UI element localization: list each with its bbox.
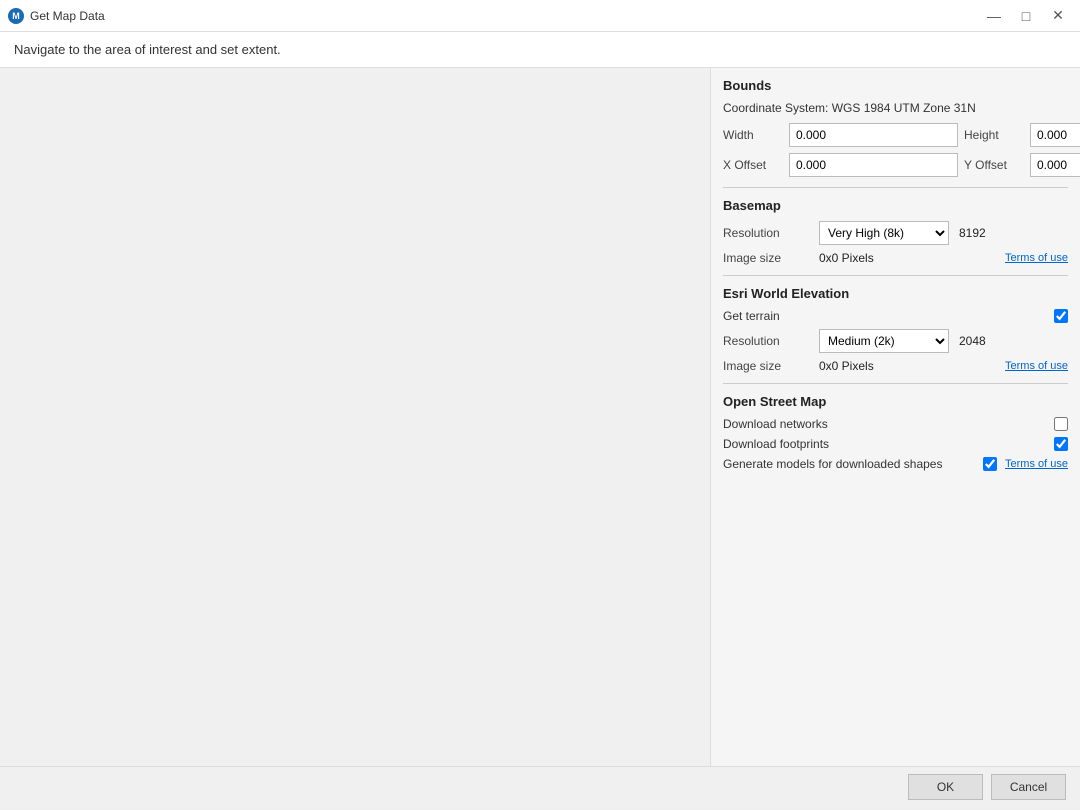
basemap-resolution-select[interactable]: Very High (8k) High (4k) Medium (2k) Low…: [819, 221, 949, 245]
download-footprints-checkbox[interactable]: [1054, 437, 1068, 451]
basemap-resolution-value: 8192: [959, 226, 986, 240]
minimize-button[interactable]: —: [980, 2, 1008, 30]
width-field: Width: [723, 123, 958, 147]
download-footprints-row: Download footprints: [723, 437, 1068, 451]
osm-section-title: Open Street Map: [723, 394, 1068, 409]
bounds-grid: Width Height X Offset: [723, 123, 1068, 177]
divider-3: [723, 383, 1068, 384]
esri-elevation-section-title: Esri World Elevation: [723, 286, 1068, 301]
basemap-imagesize-row: Image size 0x0 Pixels Terms of use: [723, 251, 1068, 265]
height-input[interactable]: [1030, 123, 1080, 147]
width-input[interactable]: [789, 123, 958, 147]
get-terrain-row: Get terrain: [723, 309, 1068, 323]
basemap-resolution-label: Resolution: [723, 226, 813, 240]
xoffset-input[interactable]: [789, 153, 958, 177]
elev-imagesize-value: 0x0 Pixels: [819, 359, 999, 373]
subtitle-bar: Navigate to the area of interest and set…: [0, 32, 1080, 68]
cancel-button[interactable]: Cancel: [991, 774, 1066, 800]
main-layout: 🔍 Imagery ▼: [0, 68, 1080, 766]
bounds-section-title: Bounds: [723, 78, 1068, 93]
window-controls: — □ ✕: [980, 2, 1072, 30]
yoffset-input[interactable]: [1030, 153, 1080, 177]
height-label: Height: [964, 128, 1024, 142]
xoffset-field: X Offset: [723, 153, 958, 177]
osm-terms-link[interactable]: Terms of use: [1005, 458, 1068, 470]
subtitle-text: Navigate to the area of interest and set…: [14, 42, 281, 57]
elev-resolution-label: Resolution: [723, 334, 813, 348]
elev-resolution-select[interactable]: Medium (2k) High (4k) Very High (8k): [819, 329, 949, 353]
map-wrapper: 🔍 Imagery ▼: [0, 68, 710, 766]
close-button[interactable]: ✕: [1044, 2, 1072, 30]
app-icon: M: [8, 8, 24, 24]
basemap-resolution-row: Resolution Very High (8k) High (4k) Medi…: [723, 221, 1068, 245]
ok-button[interactable]: OK: [908, 774, 983, 800]
coordinate-system: Coordinate System: WGS 1984 UTM Zone 31N: [723, 101, 1068, 115]
download-footprints-label: Download footprints: [723, 437, 1046, 451]
title-bar-left: M Get Map Data: [8, 8, 105, 24]
generate-models-row: Generate models for downloaded shapes Te…: [723, 457, 1068, 471]
download-networks-checkbox[interactable]: [1054, 417, 1068, 431]
elev-imagesize-row: Image size 0x0 Pixels Terms of use: [723, 359, 1068, 373]
basemap-imagesize-value: 0x0 Pixels: [819, 251, 999, 265]
bottom-bar: OK Cancel: [0, 766, 1080, 806]
basemap-section-title: Basemap: [723, 198, 1068, 213]
window-title: Get Map Data: [30, 9, 105, 23]
elev-imagesize-label: Image size: [723, 359, 813, 373]
yoffset-label: Y Offset: [964, 158, 1024, 172]
generate-models-label: Generate models for downloaded shapes: [723, 457, 975, 471]
maximize-button[interactable]: □: [1012, 2, 1040, 30]
get-terrain-label: Get terrain: [723, 309, 1046, 323]
download-networks-label: Download networks: [723, 417, 1046, 431]
elev-terms-link[interactable]: Terms of use: [1005, 360, 1068, 372]
elev-resolution-row: Resolution Medium (2k) High (4k) Very Hi…: [723, 329, 1068, 353]
width-label: Width: [723, 128, 783, 142]
get-terrain-checkbox[interactable]: [1054, 309, 1068, 323]
download-networks-row: Download networks: [723, 417, 1068, 431]
divider-1: [723, 187, 1068, 188]
xoffset-label: X Offset: [723, 158, 783, 172]
title-bar: M Get Map Data — □ ✕: [0, 0, 1080, 32]
basemap-terms-link[interactable]: Terms of use: [1005, 252, 1068, 264]
right-panel: Bounds Coordinate System: WGS 1984 UTM Z…: [710, 68, 1080, 766]
divider-2: [723, 275, 1068, 276]
basemap-imagesize-label: Image size: [723, 251, 813, 265]
generate-models-checkbox[interactable]: [983, 457, 997, 471]
yoffset-field: Y Offset: [964, 153, 1080, 177]
height-field: Height: [964, 123, 1080, 147]
elev-resolution-value: 2048: [959, 334, 986, 348]
